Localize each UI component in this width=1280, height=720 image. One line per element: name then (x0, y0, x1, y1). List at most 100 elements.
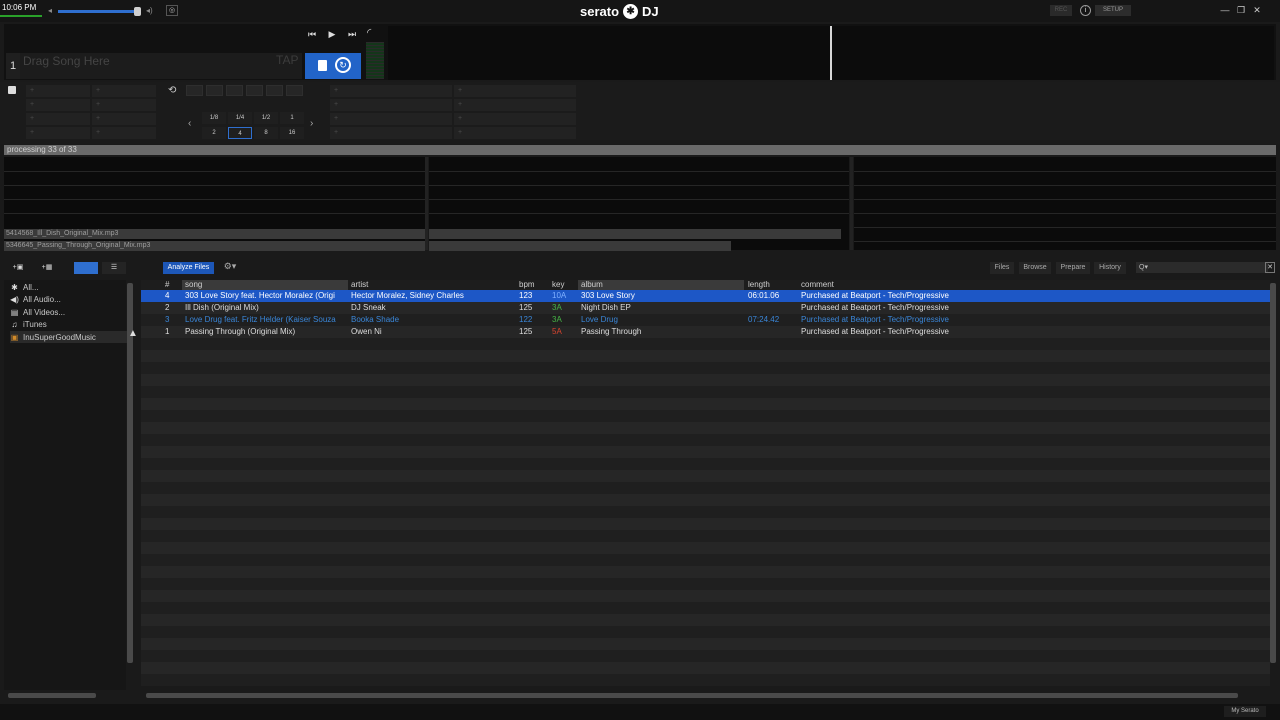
loop-length-button[interactable]: 1/4 (228, 112, 252, 124)
table-scrollbar[interactable] (1270, 283, 1276, 663)
column-header-comment[interactable]: comment (798, 280, 964, 290)
loop-control[interactable] (186, 85, 203, 96)
master-volume-knob[interactable] (134, 7, 141, 16)
loop-length-button[interactable]: 1/8 (202, 112, 226, 124)
overview-panel-2[interactable] (429, 157, 849, 251)
empty-table-row (141, 338, 1270, 350)
sampler-slot[interactable]: + (330, 85, 452, 97)
sampler-slot[interactable]: + (330, 113, 452, 125)
loop-control[interactable] (206, 85, 223, 96)
column-header-key[interactable]: key (549, 280, 577, 290)
column-header-num[interactable]: # (162, 280, 182, 290)
prepare-button[interactable]: Prepare (1056, 262, 1090, 274)
loop-control[interactable] (286, 85, 303, 96)
loop-control[interactable] (246, 85, 263, 96)
analyze-files-button[interactable]: Analyze Files (163, 262, 214, 274)
deck-number: 1 (6, 53, 20, 79)
table-row[interactable]: 4 303 Love Story feat. Hector Moralez (Or… (141, 290, 1270, 302)
empty-table-row (141, 638, 1270, 650)
overview-panel-1[interactable]: 5414568_Ill_Dish_Original_Mix.mp3 534664… (4, 157, 425, 251)
album-view-icon[interactable] (74, 262, 98, 274)
chevron-left-icon[interactable]: ‹ (188, 118, 191, 129)
volume-up-icon[interactable]: ◂) (146, 6, 153, 15)
loop-control[interactable] (226, 85, 243, 96)
table-row[interactable]: 3 Love Drug feat. Fritz Helder (Kaiser So… (141, 314, 1270, 326)
sampler-slot[interactable]: + (454, 85, 576, 97)
previous-track-icon[interactable]: ⏮ (304, 27, 320, 41)
column-header-length[interactable]: length (745, 280, 797, 290)
chevron-right-icon[interactable]: › (310, 118, 313, 129)
search-input[interactable]: Q▾ (1136, 262, 1268, 273)
sidebar-item-all-videos[interactable]: ▤ All Videos... (10, 306, 128, 318)
cue-marker-icon[interactable] (318, 60, 327, 71)
add-smart-crate-icon[interactable]: +▦ (34, 262, 60, 274)
sampler-slot[interactable]: + (330, 127, 452, 139)
cue-slot[interactable]: + (92, 85, 156, 97)
cue-slot[interactable]: + (26, 99, 90, 111)
files-button[interactable]: Files (990, 262, 1014, 274)
volume-down-icon[interactable]: ◂ (48, 6, 52, 15)
cue-slot[interactable]: + (92, 99, 156, 111)
loop-control[interactable] (266, 85, 283, 96)
loop-icon[interactable]: ⟲ (168, 85, 176, 96)
sidebar-item-all-audio[interactable]: ◀) All Audio... (10, 293, 128, 305)
my-serato-button[interactable]: My Serato (1224, 706, 1266, 717)
sampler-slot[interactable]: + (454, 127, 576, 139)
sampler-slot[interactable]: + (454, 99, 576, 111)
sampler-slot[interactable]: + (454, 113, 576, 125)
gear-icon[interactable]: ⚙▾ (220, 261, 240, 274)
empty-table-row (141, 674, 1270, 686)
minimize-icon[interactable]: — (1218, 4, 1232, 17)
loop-length-button[interactable]: 2 (202, 127, 226, 139)
column-header-artist[interactable]: artist (348, 280, 516, 290)
next-track-icon[interactable]: ⏭ (344, 27, 360, 41)
overview-file-name: 5414568_Ill_Dish_Original_Mix.mp3 (4, 229, 425, 239)
loop-length-button[interactable]: 1 (280, 112, 304, 124)
column-header-album[interactable]: album (578, 280, 744, 290)
close-icon[interactable]: ✕ (1265, 262, 1275, 273)
sidebar-item-itunes[interactable]: ♫ iTunes (10, 318, 128, 330)
tap-tempo-button[interactable]: TAP (276, 53, 298, 67)
table-row[interactable]: 2 Ill Dish (Original Mix) DJ Sneak 125 3A Nig… (141, 302, 1270, 314)
table-row[interactable]: 1 Passing Through (Original Mix) Owen Ni 12… (141, 326, 1270, 338)
sidebar-item-all[interactable]: ✱ All... (10, 281, 128, 293)
column-header-song[interactable]: song (182, 280, 348, 290)
cell-num: 3 (165, 315, 170, 324)
table-horizontal-scrollbar[interactable] (146, 693, 1238, 698)
deck-loading-icon: ◜ (367, 27, 372, 39)
empty-table-row (141, 626, 1270, 638)
overview-panel-3[interactable] (854, 157, 1276, 250)
empty-table-row (141, 458, 1270, 470)
sidebar-item-inusupergoodmusic[interactable]: ▣ InuSuperGoodMusic (10, 331, 128, 343)
itunes-icon: ♫ (11, 319, 18, 329)
info-icon[interactable]: i (1080, 5, 1091, 16)
cue-slot[interactable]: + (92, 127, 156, 139)
play-icon[interactable]: ▶ (324, 27, 340, 41)
sidebar-horizontal-scrollbar[interactable] (8, 693, 96, 698)
cue-slot[interactable]: + (26, 127, 90, 139)
sampler-slot[interactable]: + (330, 99, 452, 111)
loop-length-button-active[interactable]: 4 (228, 127, 252, 139)
loop-length-button[interactable]: 16 (280, 127, 304, 139)
close-icon[interactable]: ✕ (1250, 4, 1264, 17)
processing-status: processing 33 of 33 (7, 145, 77, 154)
history-button[interactable]: History (1094, 262, 1126, 274)
cue-slot[interactable]: + (26, 113, 90, 125)
sync-icon[interactable]: ↻ (335, 57, 351, 73)
empty-table-row (141, 362, 1270, 374)
add-crate-icon[interactable]: +▣ (6, 262, 30, 274)
sidebar-scrollbar[interactable] (127, 283, 133, 663)
browse-button[interactable]: Browse (1019, 262, 1051, 274)
rec-button[interactable]: REC (1050, 5, 1072, 16)
loop-length-button[interactable]: 8 (254, 127, 278, 139)
list-view-icon[interactable]: ☰ (102, 262, 126, 274)
empty-table-row (141, 614, 1270, 626)
column-header-bpm[interactable]: bpm (516, 280, 549, 290)
mic-icon[interactable]: ◎ (166, 5, 178, 16)
cue-slot[interactable]: + (26, 85, 90, 97)
maximize-icon[interactable]: ❐ (1234, 4, 1248, 17)
setup-button[interactable]: SETUP (1095, 5, 1131, 16)
cue-slot[interactable]: + (92, 113, 156, 125)
loop-length-button[interactable]: 1/2 (254, 112, 278, 124)
processing-bar (4, 145, 1276, 155)
